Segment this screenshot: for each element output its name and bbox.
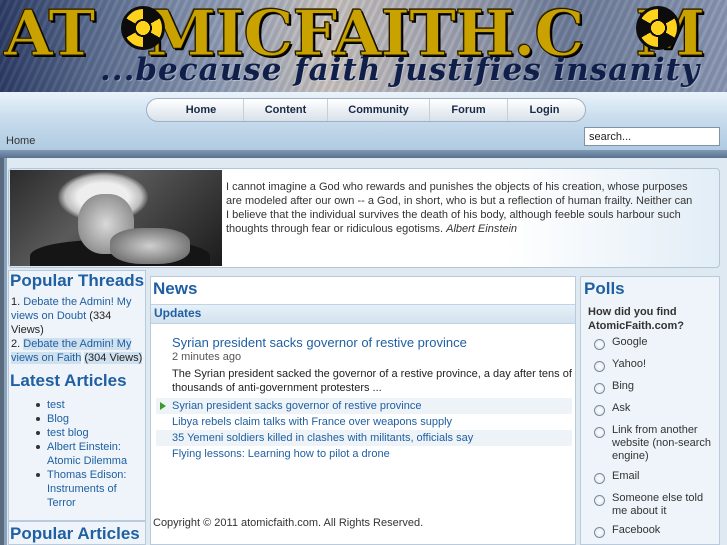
headline-item[interactable]: Flying lessons: Learning how to pilot a … (156, 446, 572, 462)
radio-icon[interactable] (594, 383, 605, 394)
thread-number: 2. (11, 338, 21, 350)
poll-question: How did you find AtomicFaith.com? (588, 306, 684, 332)
radio-icon[interactable] (594, 405, 605, 416)
headline-item[interactable]: 35 Yemeni soldiers killed in clashes wit… (156, 430, 572, 446)
thread-link[interactable]: Debate the Admin! My views on Doubt (11, 296, 131, 322)
breadcrumb[interactable]: Home (6, 135, 35, 147)
radio-icon[interactable] (594, 527, 605, 538)
featured-headline[interactable]: Syrian president sacks governor of resti… (172, 335, 467, 350)
poll-option-bing[interactable]: Bing (592, 380, 720, 394)
poll-option-facebook[interactable]: Facebook (592, 524, 720, 538)
poll-option-link[interactable]: Link from another website (non-search en… (592, 424, 720, 463)
quote-author: Albert Einstein (446, 223, 518, 235)
headline-item[interactable]: Syrian president sacks governor of resti… (156, 398, 572, 414)
quote-text: I cannot imagine a God who rewards and p… (226, 180, 696, 236)
headline-link[interactable]: Flying lessons: Learning how to pilot a … (172, 448, 390, 460)
radio-icon[interactable] (594, 473, 605, 484)
article-link[interactable]: Albert Einstein: Atomic Dilemma (47, 441, 127, 467)
article-link[interactable]: Thomas Edison: Instruments of Terror (47, 469, 126, 509)
poll-option-word-of-mouth[interactable]: Someone else told me about it (592, 492, 720, 518)
list-item[interactable]: Blog (12, 412, 144, 426)
popular-threads-heading: Popular Threads (10, 271, 145, 290)
divider (8, 520, 146, 522)
featured-summary: The Syrian president sacked the governor… (172, 368, 572, 394)
headline-link[interactable]: Syrian president sacks governor of resti… (172, 400, 421, 412)
radio-icon[interactable] (594, 361, 605, 372)
list-item[interactable]: Albert Einstein: Atomic Dilemma (12, 440, 144, 468)
article-link[interactable]: Blog (47, 413, 69, 425)
polls-heading: Polls (584, 279, 625, 298)
site-banner: ATMICFAITH.CM ...because faith justifies… (0, 0, 727, 92)
popular-articles-heading: Popular Articles (10, 524, 140, 543)
poll-option-google[interactable]: Google (592, 336, 720, 350)
updates-heading: Updates (154, 306, 202, 320)
radiation-icon (636, 6, 680, 50)
list-item: 2. Debate the Admin! My views on Faith (… (11, 337, 147, 365)
list-item[interactable]: test blog (12, 426, 144, 440)
headline-item[interactable]: Libya rebels claim talks with France ove… (156, 414, 572, 430)
headline-link[interactable]: Libya rebels claim talks with France ove… (172, 416, 452, 428)
article-link[interactable]: test (47, 399, 65, 411)
nav-home[interactable]: Home (159, 99, 243, 121)
nav-forum[interactable]: Forum (429, 99, 507, 121)
poll-option-yahoo[interactable]: Yahoo! (592, 358, 720, 372)
radio-icon[interactable] (594, 427, 605, 438)
list-item[interactable]: test (12, 398, 144, 412)
einstein-photo (10, 170, 222, 266)
nav-band: Home Content Community Forum Login Home (0, 92, 727, 158)
main-nav: Home Content Community Forum Login (146, 98, 586, 122)
nav-community[interactable]: Community (327, 99, 429, 121)
radiation-icon (121, 6, 165, 50)
nav-content[interactable]: Content (243, 99, 327, 121)
updates-bar (151, 304, 575, 324)
headline-list: Syrian president sacks governor of resti… (156, 398, 572, 462)
arrow-right-icon (160, 402, 166, 410)
headline-link[interactable]: 35 Yemeni soldiers killed in clashes wit… (172, 432, 473, 444)
latest-articles-list: test Blog test blog Albert Einstein: Ato… (12, 398, 144, 510)
featured-timestamp: 2 minutes ago (172, 351, 242, 363)
article-link[interactable]: test blog (47, 427, 89, 439)
nav-divider (0, 150, 727, 158)
popular-threads-list: 1. Debate the Admin! My views on Doubt (… (11, 295, 147, 365)
search-input[interactable] (584, 127, 720, 146)
radio-icon[interactable] (594, 495, 605, 506)
thread-views: (304 Views) (84, 352, 143, 364)
poll-option-ask[interactable]: Ask (592, 402, 720, 416)
list-item[interactable]: Thomas Edison: Instruments of Terror (12, 468, 144, 510)
nav-login[interactable]: Login (507, 99, 581, 121)
copyright: Copyright © 2011 atomicfaith.com. All Ri… (153, 517, 424, 529)
news-heading: News (153, 279, 198, 298)
thread-number: 1. (11, 296, 21, 308)
radio-icon[interactable] (594, 339, 605, 350)
poll-option-email[interactable]: Email (592, 470, 720, 484)
site-tagline: ...because faith justifies insanity (100, 52, 700, 88)
latest-articles-heading: Latest Articles (10, 371, 127, 390)
list-item: 1. Debate the Admin! My views on Doubt (… (11, 295, 147, 337)
